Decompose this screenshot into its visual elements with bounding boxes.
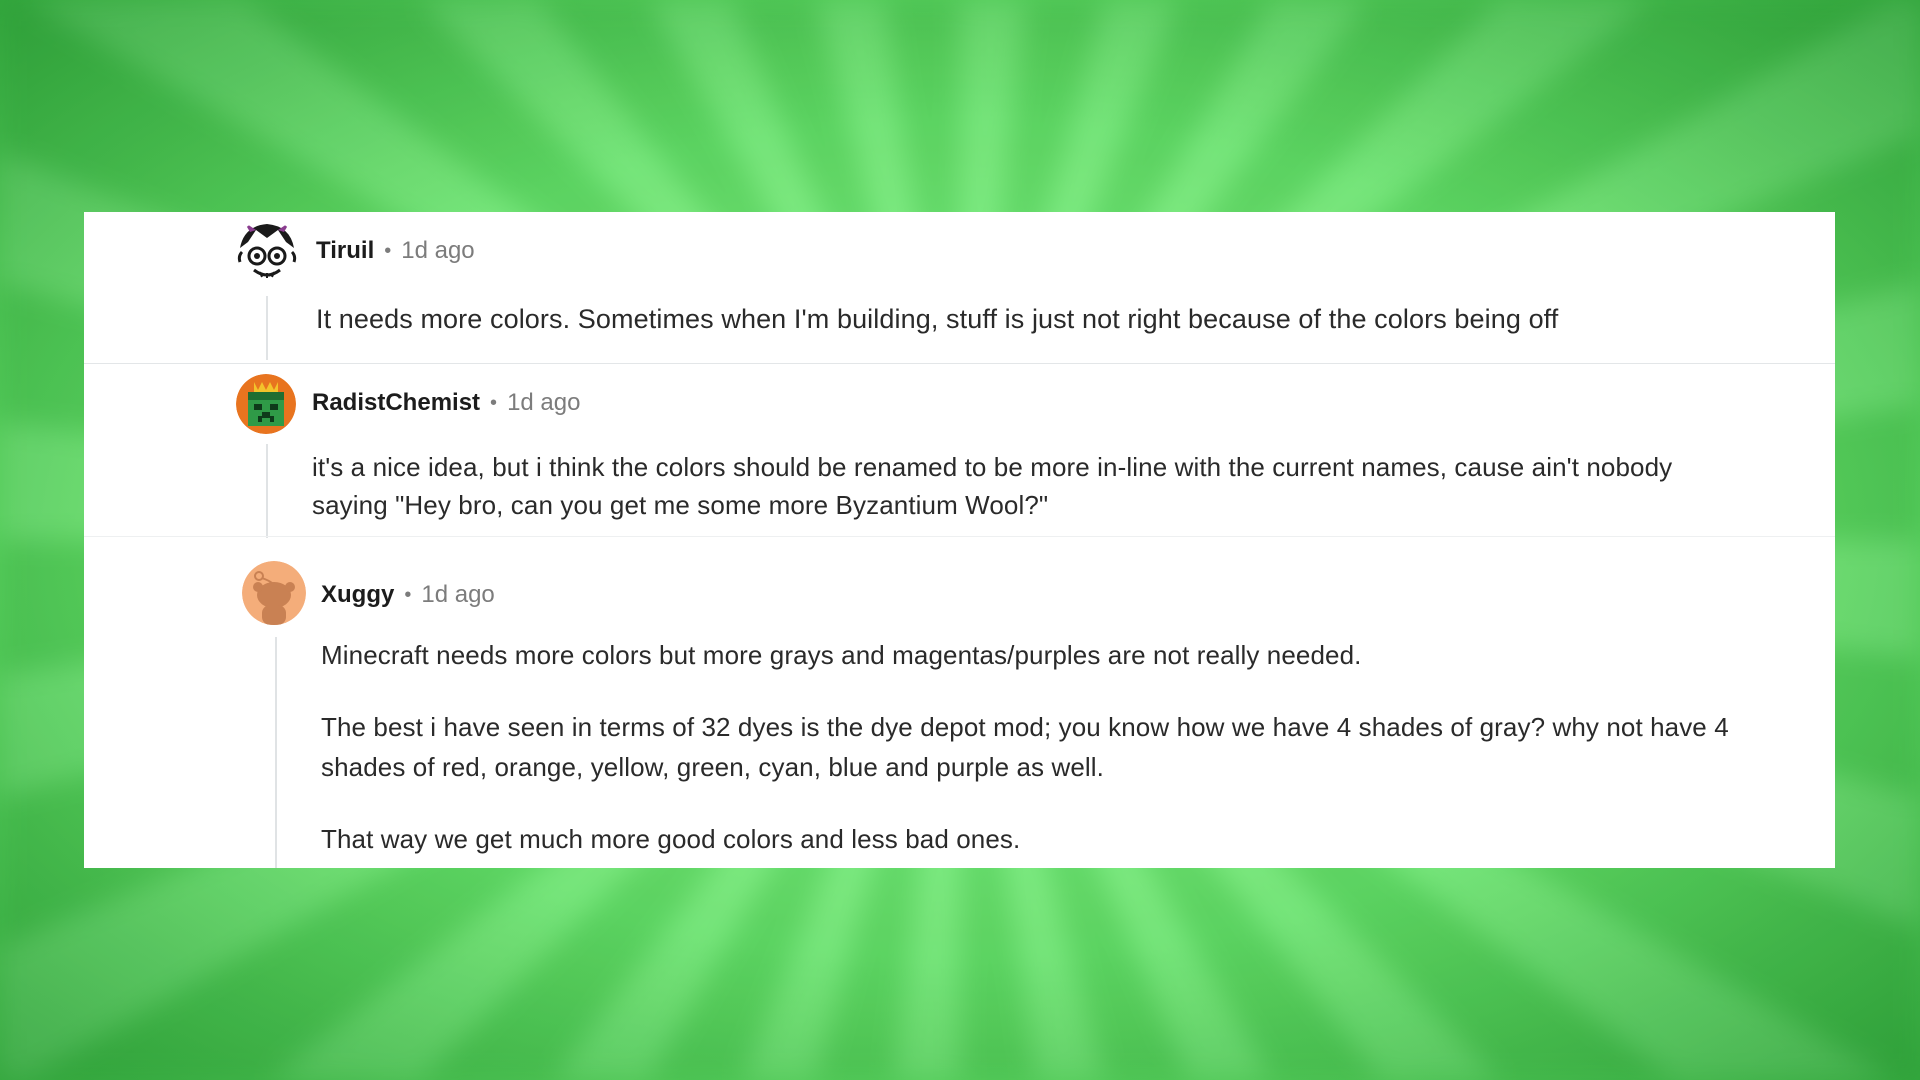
comment-body: it's a nice idea, but i think the colors… bbox=[312, 448, 1702, 524]
comment-paragraph: it's a nice idea, but i think the colors… bbox=[312, 452, 1673, 520]
thread-line[interactable] bbox=[266, 296, 268, 360]
comment-meta: RadistChemist • 1d ago bbox=[312, 388, 580, 418]
thread-line[interactable] bbox=[266, 444, 268, 538]
comment-xuggy: Xuggy • 1d ago Minecraft needs more colo… bbox=[84, 537, 1835, 868]
comment-body: It needs more colors. Sometimes when I'm… bbox=[316, 300, 1796, 338]
comment-paragraph: That way we get much more good colors an… bbox=[321, 824, 1021, 854]
comment-thread-card: Tiruil • 1d ago It needs more colors. So… bbox=[84, 212, 1835, 868]
goblin-face-avatar[interactable] bbox=[234, 220, 300, 286]
meta-separator: • bbox=[384, 240, 392, 262]
comment-tiruil: Tiruil • 1d ago It needs more colors. So… bbox=[84, 212, 1835, 363]
meta-separator: • bbox=[490, 392, 498, 414]
comment-author[interactable]: Tiruil bbox=[316, 236, 374, 266]
thread-line[interactable] bbox=[275, 637, 277, 868]
comment-timestamp[interactable]: 1d ago bbox=[421, 580, 494, 610]
comment-paragraph: It needs more colors. Sometimes when I'm… bbox=[316, 304, 1559, 334]
comment-meta: Xuggy • 1d ago bbox=[321, 580, 495, 610]
creeper-crown-avatar[interactable] bbox=[236, 374, 296, 434]
meta-separator: • bbox=[404, 584, 412, 606]
comment-body: Minecraft needs more colors but more gra… bbox=[321, 635, 1741, 868]
comment-meta: Tiruil • 1d ago bbox=[316, 236, 475, 266]
comment-timestamp[interactable]: 1d ago bbox=[507, 388, 580, 418]
snoo-avatar[interactable] bbox=[242, 561, 306, 625]
comment-timestamp[interactable]: 1d ago bbox=[401, 236, 474, 266]
comment-paragraph: The best i have seen in terms of 32 dyes… bbox=[321, 712, 1729, 782]
comment-author[interactable]: RadistChemist bbox=[312, 388, 480, 418]
comment-author[interactable]: Xuggy bbox=[321, 580, 394, 610]
comment-paragraph: Minecraft needs more colors but more gra… bbox=[321, 640, 1362, 670]
